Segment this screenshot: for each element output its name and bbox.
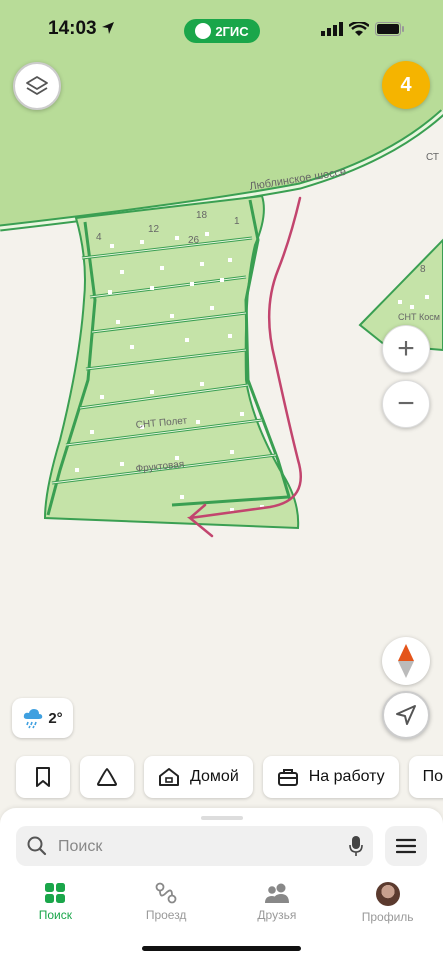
search-input[interactable] xyxy=(56,826,330,868)
clock: 14:03 xyxy=(48,18,97,39)
bird-logo-icon xyxy=(195,23,212,39)
home-chip-label: Домой xyxy=(190,768,239,785)
tab-search[interactable]: Поиск xyxy=(0,874,111,930)
plot-number: 12 xyxy=(148,224,160,235)
tab-label: Поиск xyxy=(38,908,72,922)
compass-icon xyxy=(398,644,414,678)
menu-button[interactable] xyxy=(385,826,427,866)
bookmark-icon xyxy=(36,767,50,787)
home-chip[interactable]: Домой xyxy=(144,756,253,798)
compass-button[interactable] xyxy=(382,637,430,685)
tab-friends[interactable]: Друзья xyxy=(222,874,333,930)
bookmarks-chip[interactable] xyxy=(16,756,70,798)
zoom-out-button[interactable]: − xyxy=(382,380,430,428)
plot-number: 18 xyxy=(196,210,208,221)
layers-button[interactable] xyxy=(13,62,61,110)
search-bar[interactable] xyxy=(16,826,373,868)
plot-number: 8 xyxy=(420,264,426,275)
places-chip[interactable] xyxy=(80,756,134,798)
plus-icon: + xyxy=(397,332,415,365)
status-bar: 14:03 2ГИС xyxy=(0,0,443,60)
weather-widget[interactable]: 2° xyxy=(12,698,73,738)
brand-badge: 2ГИС xyxy=(184,19,260,43)
home-indicator xyxy=(142,946,301,951)
my-location-button[interactable] xyxy=(382,691,430,739)
layers-icon xyxy=(26,76,48,95)
brand-name: 2ГИС xyxy=(215,23,249,39)
location-arrow-icon xyxy=(102,22,114,34)
tab-profile[interactable]: Профиль xyxy=(332,874,443,930)
plot-number: 1 xyxy=(234,216,240,227)
tab-label: Проезд xyxy=(145,908,187,922)
tab-label: Профиль xyxy=(361,910,414,924)
tab-label: Друзья xyxy=(257,908,297,922)
navigation-arrow-icon xyxy=(396,705,416,725)
triangle-icon xyxy=(97,768,117,786)
more-chip[interactable]: По xyxy=(408,756,443,798)
sheet-handle[interactable] xyxy=(201,816,243,820)
rain-cloud-icon xyxy=(24,709,43,729)
temperature: 2° xyxy=(48,709,63,727)
tab-route[interactable]: Проезд xyxy=(111,874,222,930)
home-icon xyxy=(159,768,179,786)
more-chip-label: По xyxy=(422,768,443,785)
hamburger-icon xyxy=(396,838,416,854)
signal-icon xyxy=(321,22,343,36)
tab-bar: Поиск Проезд Друзья Профиль xyxy=(0,874,443,930)
plot-number: 4 xyxy=(96,232,102,243)
bottom-sheet: Поиск Проезд Друзья Профиль xyxy=(0,808,443,960)
work-chip[interactable]: На работу xyxy=(262,756,399,798)
work-chip-label: На работу xyxy=(308,768,385,785)
friends-icon xyxy=(264,883,289,903)
system-icons xyxy=(321,22,405,36)
quick-actions: Домой На работу По xyxy=(16,756,443,798)
search-icon xyxy=(27,836,47,856)
cluster-count-badge[interactable]: 4 xyxy=(382,61,430,109)
battery-icon xyxy=(375,22,404,36)
neighbor-settlement-label: СНТ Косм xyxy=(398,312,440,322)
wifi-icon xyxy=(349,22,369,36)
grid-icon xyxy=(45,883,66,903)
briefcase-icon xyxy=(277,769,298,786)
microphone-icon[interactable] xyxy=(349,835,363,857)
route-icon xyxy=(155,882,177,904)
minus-icon: − xyxy=(397,387,415,420)
plot-number: 26 xyxy=(188,235,200,246)
avatar xyxy=(375,882,400,906)
zoom-in-button[interactable]: + xyxy=(382,325,430,373)
edge-label: СТ xyxy=(426,152,439,163)
